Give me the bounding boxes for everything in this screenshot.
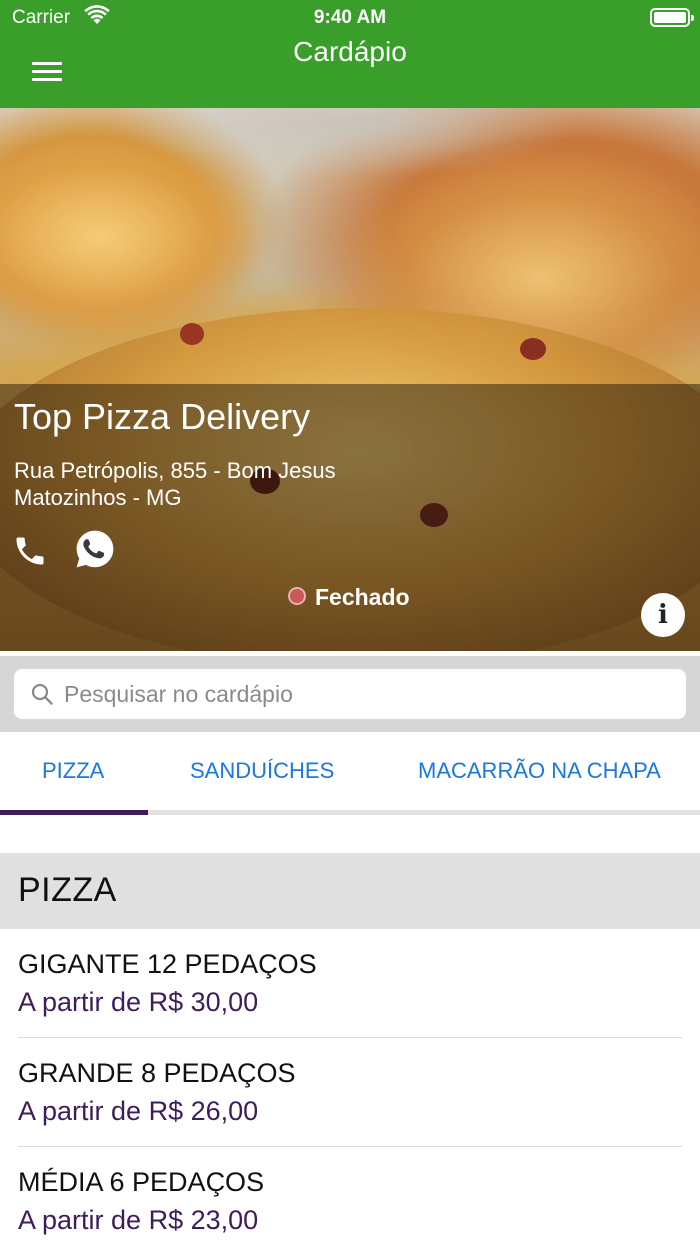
info-icon: i [658,600,668,630]
active-tab-indicator [0,810,148,815]
restaurant-hero-image: Top Pizza Delivery Rua Petrópolis, 855 -… [0,108,700,651]
menu-item-name: MÉDIA 6 PEDAÇOS [18,1167,265,1197]
search-bar [0,656,700,732]
menu-item[interactable]: GIGANTE 12 PEDAÇOS A partir de R$ 30,00 [0,929,700,1038]
topping-shape [520,338,546,360]
menu-item-name: GIGANTE 12 PEDAÇOS [18,949,317,979]
battery-icon [650,8,694,27]
phone-icon[interactable] [12,533,48,569]
tab-sanduiches[interactable]: SANDUÍCHES [190,758,334,784]
section-header: PIZZA [0,853,700,929]
page-title: Cardápio [293,36,407,67]
search-box[interactable] [14,669,686,719]
info-button[interactable]: i [641,593,685,637]
tab-pizza[interactable]: PIZZA [42,758,104,784]
menu-item-price: A partir de R$ 30,00 [18,987,259,1017]
status-bar: Carrier 9:40 AM [0,0,700,36]
category-tabs: PIZZA SANDUÍCHES MACARRÃO NA CHAPA [0,732,700,816]
restaurant-address-line1: Rua Petrópolis, 855 - Bom Jesus [14,458,336,483]
menu-item-price: A partir de R$ 26,00 [18,1096,259,1126]
menu-icon-bar [32,70,62,73]
restaurant-address-line2: Matozinhos - MG [14,485,182,510]
clock: 9:40 AM [313,7,387,28]
topping-shape [180,323,204,345]
menu-item[interactable]: MÉDIA 6 PEDAÇOS A partir de R$ 23,00 [0,1147,700,1244]
app-header: Carrier 9:40 AM Cardápio [0,0,700,108]
tab-macarrao-na-chapa[interactable]: MACARRÃO NA CHAPA [418,758,661,784]
whatsapp-icon[interactable] [74,528,116,570]
search-input[interactable] [64,669,664,719]
status-label: Fechado [315,584,410,610]
restaurant-name: Top Pizza Delivery [14,396,311,437]
search-icon [31,683,53,705]
menu-item-price: A partir de R$ 23,00 [18,1205,259,1235]
menu-icon-bar [32,78,62,81]
menu-item-name: GRANDE 8 PEDAÇOS [18,1058,296,1088]
status-indicator-dot [288,587,306,605]
section-title: PIZZA [18,871,117,909]
menu-item[interactable]: GRANDE 8 PEDAÇOS A partir de R$ 26,00 [0,1038,700,1147]
